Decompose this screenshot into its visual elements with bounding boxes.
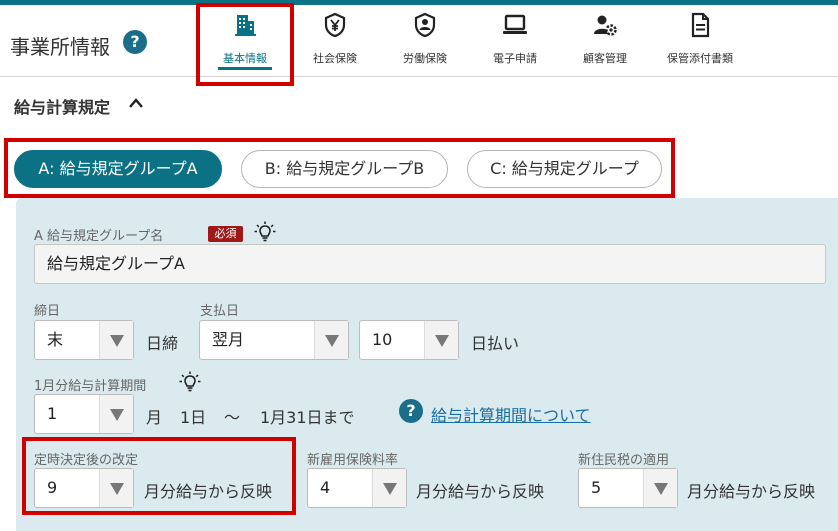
tab-customer-management[interactable]: 顧客管理 [566, 10, 644, 72]
help-icon[interactable]: ? [123, 30, 147, 54]
closing-day-select[interactable]: 末 [34, 320, 134, 360]
select-value: 1 [47, 404, 58, 423]
juumin-label: 新住民税の適用 [578, 453, 670, 468]
period-label: 1月分給与計算期間 [34, 379, 147, 394]
required-badge: 必須 [208, 226, 243, 242]
tab-attached-documents[interactable]: 保管添付書類 [656, 10, 744, 72]
tab-label: 労働保険 [403, 52, 447, 65]
tab-label: 電子申請 [493, 52, 537, 65]
highlight-box-teiji [22, 437, 296, 515]
group-name-input[interactable]: 給与規定グループA [34, 244, 826, 284]
closing-day-label: 締日 [34, 304, 61, 319]
payday-label: 支払日 [200, 304, 240, 319]
juumin-select[interactable]: 5 [578, 468, 678, 508]
dropdown-arrow-icon[interactable] [643, 469, 677, 507]
lightbulb-icon[interactable] [254, 221, 276, 243]
period-month-select[interactable]: 1 [34, 394, 134, 434]
dropdown-arrow-icon[interactable] [372, 469, 406, 507]
juumin-suffix: 月分給与から反映 [687, 482, 816, 501]
closing-day-suffix: 日締 [146, 334, 179, 353]
koyou-suffix: 月分給与から反映 [416, 482, 545, 501]
tab-label: 保管添付書類 [667, 52, 733, 65]
person-shield-icon [414, 12, 436, 38]
dropdown-arrow-icon[interactable] [99, 395, 133, 433]
lightbulb-icon[interactable] [179, 371, 201, 393]
dropdown-arrow-icon[interactable] [99, 321, 133, 359]
select-value: 翌月 [212, 330, 245, 349]
highlight-box-groups [4, 138, 675, 198]
payday-month-select[interactable]: 翌月 [199, 320, 349, 360]
group-name-label: A 給与規定グループ名 [34, 229, 164, 244]
dropdown-arrow-icon[interactable] [424, 321, 458, 359]
select-value: 5 [591, 478, 602, 497]
user-gear-icon [594, 15, 617, 36]
highlight-box-tab [196, 3, 294, 86]
select-value: 末 [47, 330, 64, 349]
tab-labor-insurance[interactable]: 労働保険 [386, 10, 464, 72]
tab-label: 顧客管理 [583, 52, 627, 65]
tab-label: 社会保険 [313, 52, 357, 65]
select-value: 4 [320, 478, 331, 497]
koyou-select[interactable]: 4 [307, 468, 407, 508]
chevron-up-icon[interactable] [128, 96, 144, 110]
yen-shield-icon [324, 12, 346, 38]
document-icon [691, 12, 710, 38]
period-month-suffix: 月 [146, 408, 163, 427]
select-value: 10 [372, 330, 393, 349]
section-title[interactable]: 給与計算規定 [14, 94, 110, 118]
tab-social-insurance[interactable]: 社会保険 [296, 10, 374, 72]
help-icon[interactable]: ? [399, 399, 423, 423]
payday-suffix: 日払い [471, 334, 520, 353]
laptop-icon [503, 14, 527, 34]
page-title: 事業所情報 [10, 35, 110, 59]
tab-e-application[interactable]: 電子申請 [476, 10, 554, 72]
period-help-link[interactable]: 給与計算期間について [431, 402, 591, 426]
koyou-label: 新雇用保険料率 [307, 453, 399, 468]
dropdown-arrow-icon[interactable] [314, 321, 348, 359]
period-start: 1日 [180, 408, 207, 427]
payday-day-select[interactable]: 10 [359, 320, 459, 360]
period-tilde: ～ [224, 408, 241, 427]
period-end: 1月31日まで [260, 408, 355, 427]
